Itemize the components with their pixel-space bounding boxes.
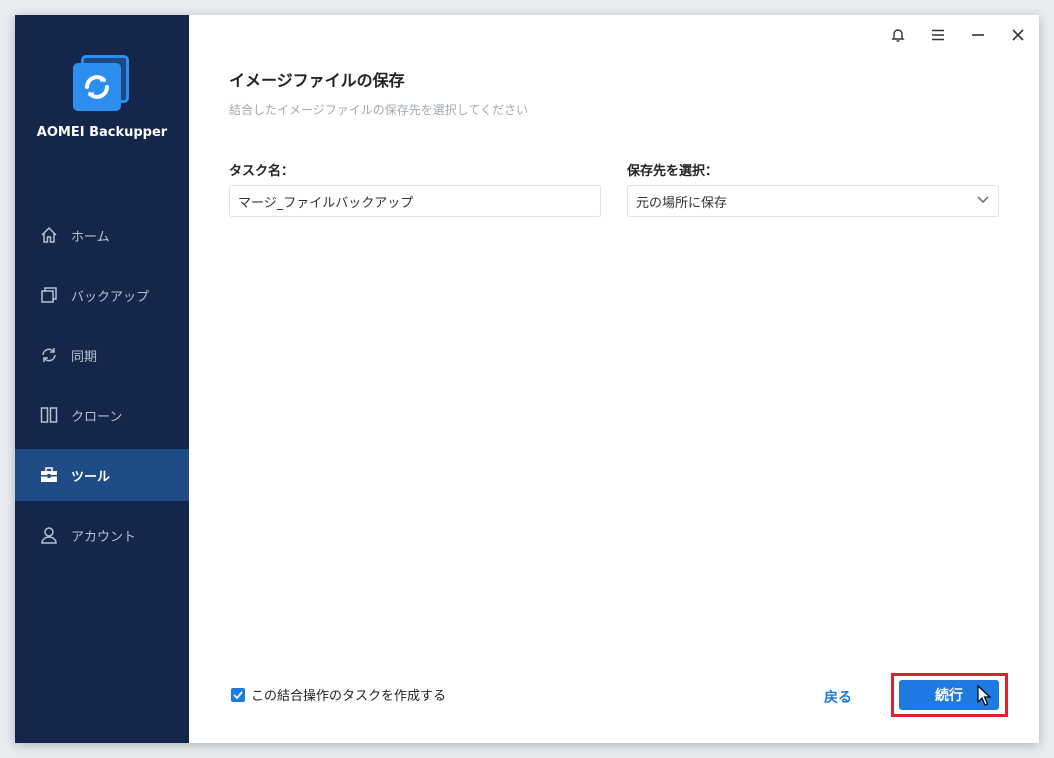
mouse-cursor-icon [977, 685, 991, 706]
minimize-icon[interactable] [966, 23, 990, 47]
bell-icon[interactable] [886, 23, 910, 47]
create-task-option: この結合操作のタスクを作成する [231, 685, 446, 704]
sidebar-item-sync[interactable]: 同期 [15, 329, 189, 381]
sidebar: AOMEI Backupper ホーム バックアップ 同期 クローン ツール ア… [15, 15, 189, 743]
sidebar-item-backup[interactable]: バックアップ [15, 269, 189, 321]
page-title: イメージファイルの保存 [229, 71, 405, 90]
backup-icon [39, 285, 59, 305]
create-task-checkbox-label: この結合操作のタスクを作成する [251, 689, 447, 704]
clone-icon [39, 405, 59, 425]
task-name-input[interactable] [229, 185, 601, 217]
app-window: AOMEI Backupper ホーム バックアップ 同期 クローン ツール ア… [15, 15, 1039, 743]
page-subtitle: 結合したイメージファイルの保存先を選択してください [229, 103, 529, 117]
home-icon [39, 225, 59, 245]
sidebar-item-label: 同期 [71, 349, 98, 365]
menu-icon[interactable] [926, 23, 950, 47]
tools-icon [39, 465, 59, 485]
logo-sync-icon [85, 75, 109, 99]
destination-label: 保存先を選択： [627, 164, 719, 179]
destination-select[interactable]: 元の場所に保存 [627, 185, 999, 217]
chevron-down-icon [976, 192, 990, 210]
sidebar-item-clone[interactable]: クローン [15, 389, 189, 441]
create-task-checkbox[interactable] [231, 687, 245, 702]
sidebar-item-label: バックアップ [71, 289, 150, 305]
task-name-label: タスク名： [229, 164, 295, 179]
app-logo [73, 55, 131, 113]
app-name: AOMEI Backupper [36, 125, 168, 140]
sidebar-item-home[interactable]: ホーム [15, 209, 189, 261]
back-button[interactable]: 戻る [824, 687, 852, 707]
account-icon [39, 525, 59, 545]
sidebar-item-label: クローン [71, 409, 123, 425]
sidebar-item-label: ホーム [71, 229, 110, 245]
sidebar-item-tools[interactable]: ツール [15, 449, 189, 501]
close-icon[interactable] [1006, 23, 1030, 47]
sidebar-item-account[interactable]: アカウント [15, 509, 189, 561]
destination-select-value: 元の場所に保存 [636, 195, 728, 211]
check-icon [233, 690, 243, 699]
sidebar-item-label: アカウント [71, 529, 137, 545]
sidebar-item-label: ツール [71, 469, 111, 485]
sync-icon [39, 345, 59, 365]
